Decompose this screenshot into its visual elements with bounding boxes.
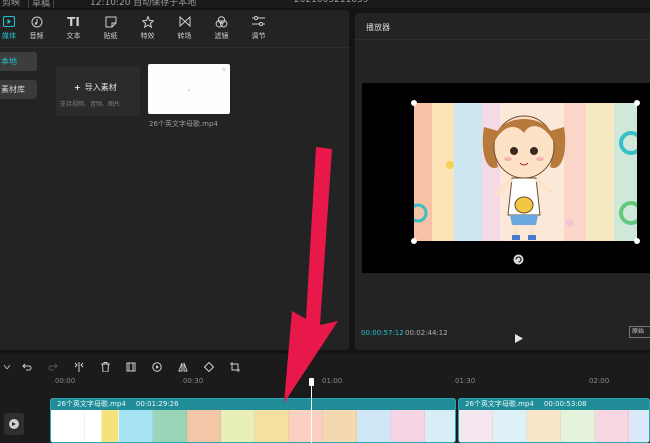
clip-header: 26个英文字母歌.mp4 00:00:53:08 [459, 399, 649, 410]
autosave-status: 12:10:20 自动保存于本地 [90, 0, 197, 8]
category-toolbar: 媒体 音频 TI 文本 贴纸 特效 转场 滤镜 调节 [0, 10, 349, 45]
clip-frames [459, 410, 649, 442]
total-timecode: 00:02:44:12 [405, 329, 448, 337]
adjust-icon [252, 15, 265, 29]
frame-thumb [221, 410, 255, 442]
cartoon-girl-illustration [414, 103, 637, 241]
tool-filter[interactable]: 滤镜 [203, 10, 240, 45]
import-media-button[interactable]: + 导入素材 支持视频、音频、图片 [56, 66, 140, 116]
tool-label: 文本 [66, 31, 81, 40]
ruler-label: 00:30 [183, 377, 204, 385]
frame-thumb [595, 410, 629, 442]
clip-name: 26个英文字母歌.mp4 [57, 400, 126, 408]
resize-handle-br[interactable] [634, 238, 640, 244]
import-title: 导入素材 [84, 83, 117, 92]
frame-thumb [357, 410, 391, 442]
tool-label: 特效 [140, 31, 155, 40]
frame-thumb [391, 410, 425, 442]
frame-thumb [459, 410, 493, 442]
tool-label: 滤镜 [214, 31, 229, 40]
clip-duration: 00:00:53:08 [543, 400, 587, 408]
tool-text[interactable]: TI 文本 [55, 10, 92, 45]
sticker-icon [105, 15, 117, 29]
plus-icon: + [74, 83, 81, 92]
select-dropdown-icon[interactable] [0, 354, 14, 380]
clip-duration: 00:01:29:26 [135, 400, 179, 408]
transition-icon [179, 15, 191, 29]
video-track: 26个英文字母歌.mp4 00:01:29:26 26个英文字母歌.mp4 00:0… [50, 398, 650, 443]
frame-thumb [187, 410, 221, 442]
timeline-clip[interactable]: 26个英文字母歌.mp4 00:00:53:08 [458, 398, 650, 443]
media-sidebar: 本地 素材库 [0, 52, 40, 108]
frame-thumb [85, 410, 119, 442]
divider [355, 39, 650, 40]
draft-menu[interactable]: 草稿 [28, 0, 55, 8]
tool-label: 调节 [251, 31, 266, 40]
tool-effects[interactable]: 特效 [129, 10, 166, 45]
import-subtitle: 支持视频、音频、图片 [60, 101, 121, 108]
watermark-icon: ✿ [221, 67, 226, 73]
tool-label: 贴纸 [103, 31, 118, 40]
tool-transition[interactable]: 转场 [166, 10, 203, 45]
sidebar-item-library[interactable]: 素材库 [0, 80, 37, 99]
play-icon[interactable] [515, 328, 523, 343]
app-name: 剪映 [2, 0, 21, 8]
project-name: 2021003211039 [294, 0, 369, 5]
tool-audio[interactable]: 音频 [18, 10, 55, 45]
sidebar-item-local[interactable]: 本地 [0, 52, 37, 71]
filter-icon [215, 15, 228, 29]
text-icon: TI [67, 14, 80, 29]
frame-thumb [323, 410, 357, 442]
media-thumbnail[interactable]: ✿ [148, 64, 230, 114]
frame-thumb [493, 410, 527, 442]
resize-handle-tr[interactable] [634, 100, 640, 106]
tool-sticker[interactable]: 贴纸 [92, 10, 129, 45]
clip-header: 26个英文字母歌.mp4 00:01:29:26 [51, 399, 455, 410]
aspect-ratio-button[interactable]: 原始 [629, 326, 650, 338]
title-bar: 剪映 草稿 12:10:20 自动保存于本地 2021003211039 [0, 0, 650, 8]
rotate-icon[interactable] [513, 250, 524, 265]
frame-thumb [289, 410, 323, 442]
media-filename: 26个英文字母歌.mp4 [149, 120, 218, 128]
frame-thumb [153, 410, 187, 442]
frame-thumb [527, 410, 561, 442]
frame-thumb [119, 410, 153, 442]
ruler-label: 01:30 [455, 377, 476, 385]
video-frame[interactable] [414, 103, 637, 241]
frame-thumb [51, 410, 85, 442]
tool-label: 媒体 [2, 31, 16, 40]
clip-frames [51, 410, 455, 442]
import-label-row: + 导入素材 [74, 82, 117, 93]
ruler-label: 00:00 [55, 377, 76, 385]
undo-icon[interactable] [14, 354, 40, 380]
timeline-clip[interactable]: 26个英文字母歌.mp4 00:01:29:26 [50, 398, 456, 443]
timeline-ruler[interactable]: 00:00 00:30 01:00 01:30 02:00 [55, 376, 650, 388]
frame-thumb [255, 410, 289, 442]
divider [0, 47, 349, 48]
track-mute-button[interactable] [4, 413, 24, 435]
frame-thumb [425, 410, 455, 442]
current-timecode: 00:00:57:12 [361, 329, 404, 337]
media-icon [3, 15, 15, 29]
resize-handle-tl[interactable] [411, 100, 417, 106]
frame-thumb [629, 410, 649, 442]
player-title: 播放器 [366, 23, 390, 32]
frame-thumb [561, 410, 595, 442]
resize-handle-bl[interactable] [411, 238, 417, 244]
tool-adjust[interactable]: 调节 [240, 10, 277, 45]
annotation-arrow-icon [284, 147, 338, 403]
tool-media[interactable]: 媒体 [0, 10, 18, 45]
thumbnail-dot [188, 89, 190, 91]
ruler-label: 02:00 [589, 377, 610, 385]
player-panel: 播放器 00:00:57:12 00:02:44:12 原始 [355, 13, 650, 350]
audio-icon [31, 15, 43, 29]
audio-off-icon [9, 419, 19, 429]
preview-stage [362, 83, 650, 273]
tool-label: 音频 [29, 31, 44, 40]
effects-icon [141, 15, 154, 29]
clip-name: 26个英文字母歌.mp4 [465, 400, 534, 408]
tool-label: 转场 [177, 31, 192, 40]
